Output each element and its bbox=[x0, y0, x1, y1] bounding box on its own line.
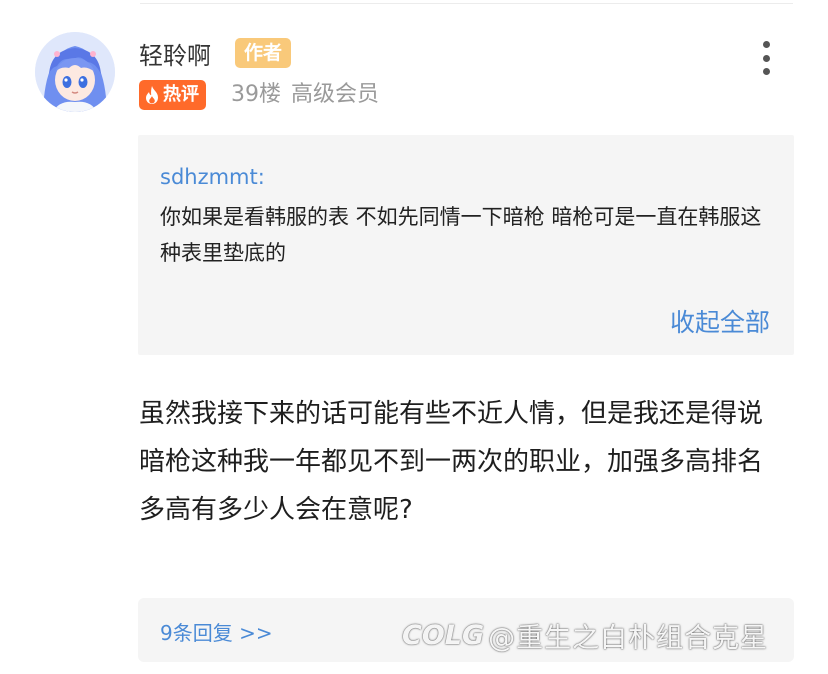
watermark: COLG @重生之白朴组合克星 bbox=[402, 616, 768, 655]
comment-content: 虽然我接下来的话可能有些不近人情，但是我还是得说 暗枪这种我一年都见不到一两次的… bbox=[139, 399, 764, 525]
view-replies-link[interactable]: 9条回复 >> bbox=[160, 617, 273, 646]
member-level: 高级会员 bbox=[291, 82, 380, 107]
post-meta: 39楼 高级会员 bbox=[231, 78, 379, 112]
collapse-all-link[interactable]: 收起全部 bbox=[670, 303, 770, 339]
avatar-image bbox=[35, 32, 115, 112]
hot-badge-label: 热评 bbox=[163, 84, 199, 105]
watermark-logo: COLG bbox=[402, 620, 485, 651]
quote-text: 你如果是看韩服的表 不如先同情一下暗枪 暗枪可是一直在韩服这种表里垫底的 bbox=[160, 205, 762, 265]
more-vertical-icon bbox=[762, 41, 770, 48]
quoted-comment: sdhzmmt: 你如果是看韩服的表 不如先同情一下暗枪 暗枪可是一直在韩服这种… bbox=[138, 135, 794, 355]
quote-author[interactable]: sdhzmmt: bbox=[160, 165, 265, 189]
avatar[interactable] bbox=[35, 32, 115, 112]
floor-number: 39楼 bbox=[231, 82, 281, 107]
top-divider bbox=[140, 3, 793, 4]
hot-badge: 热评 bbox=[139, 80, 206, 110]
username[interactable]: 轻聆啊 bbox=[139, 36, 211, 71]
watermark-text: @重生之白朴组合克星 bbox=[488, 623, 769, 654]
author-badge: 作者 bbox=[235, 38, 292, 68]
more-options-button[interactable] bbox=[752, 38, 780, 78]
flame-icon bbox=[146, 86, 158, 104]
